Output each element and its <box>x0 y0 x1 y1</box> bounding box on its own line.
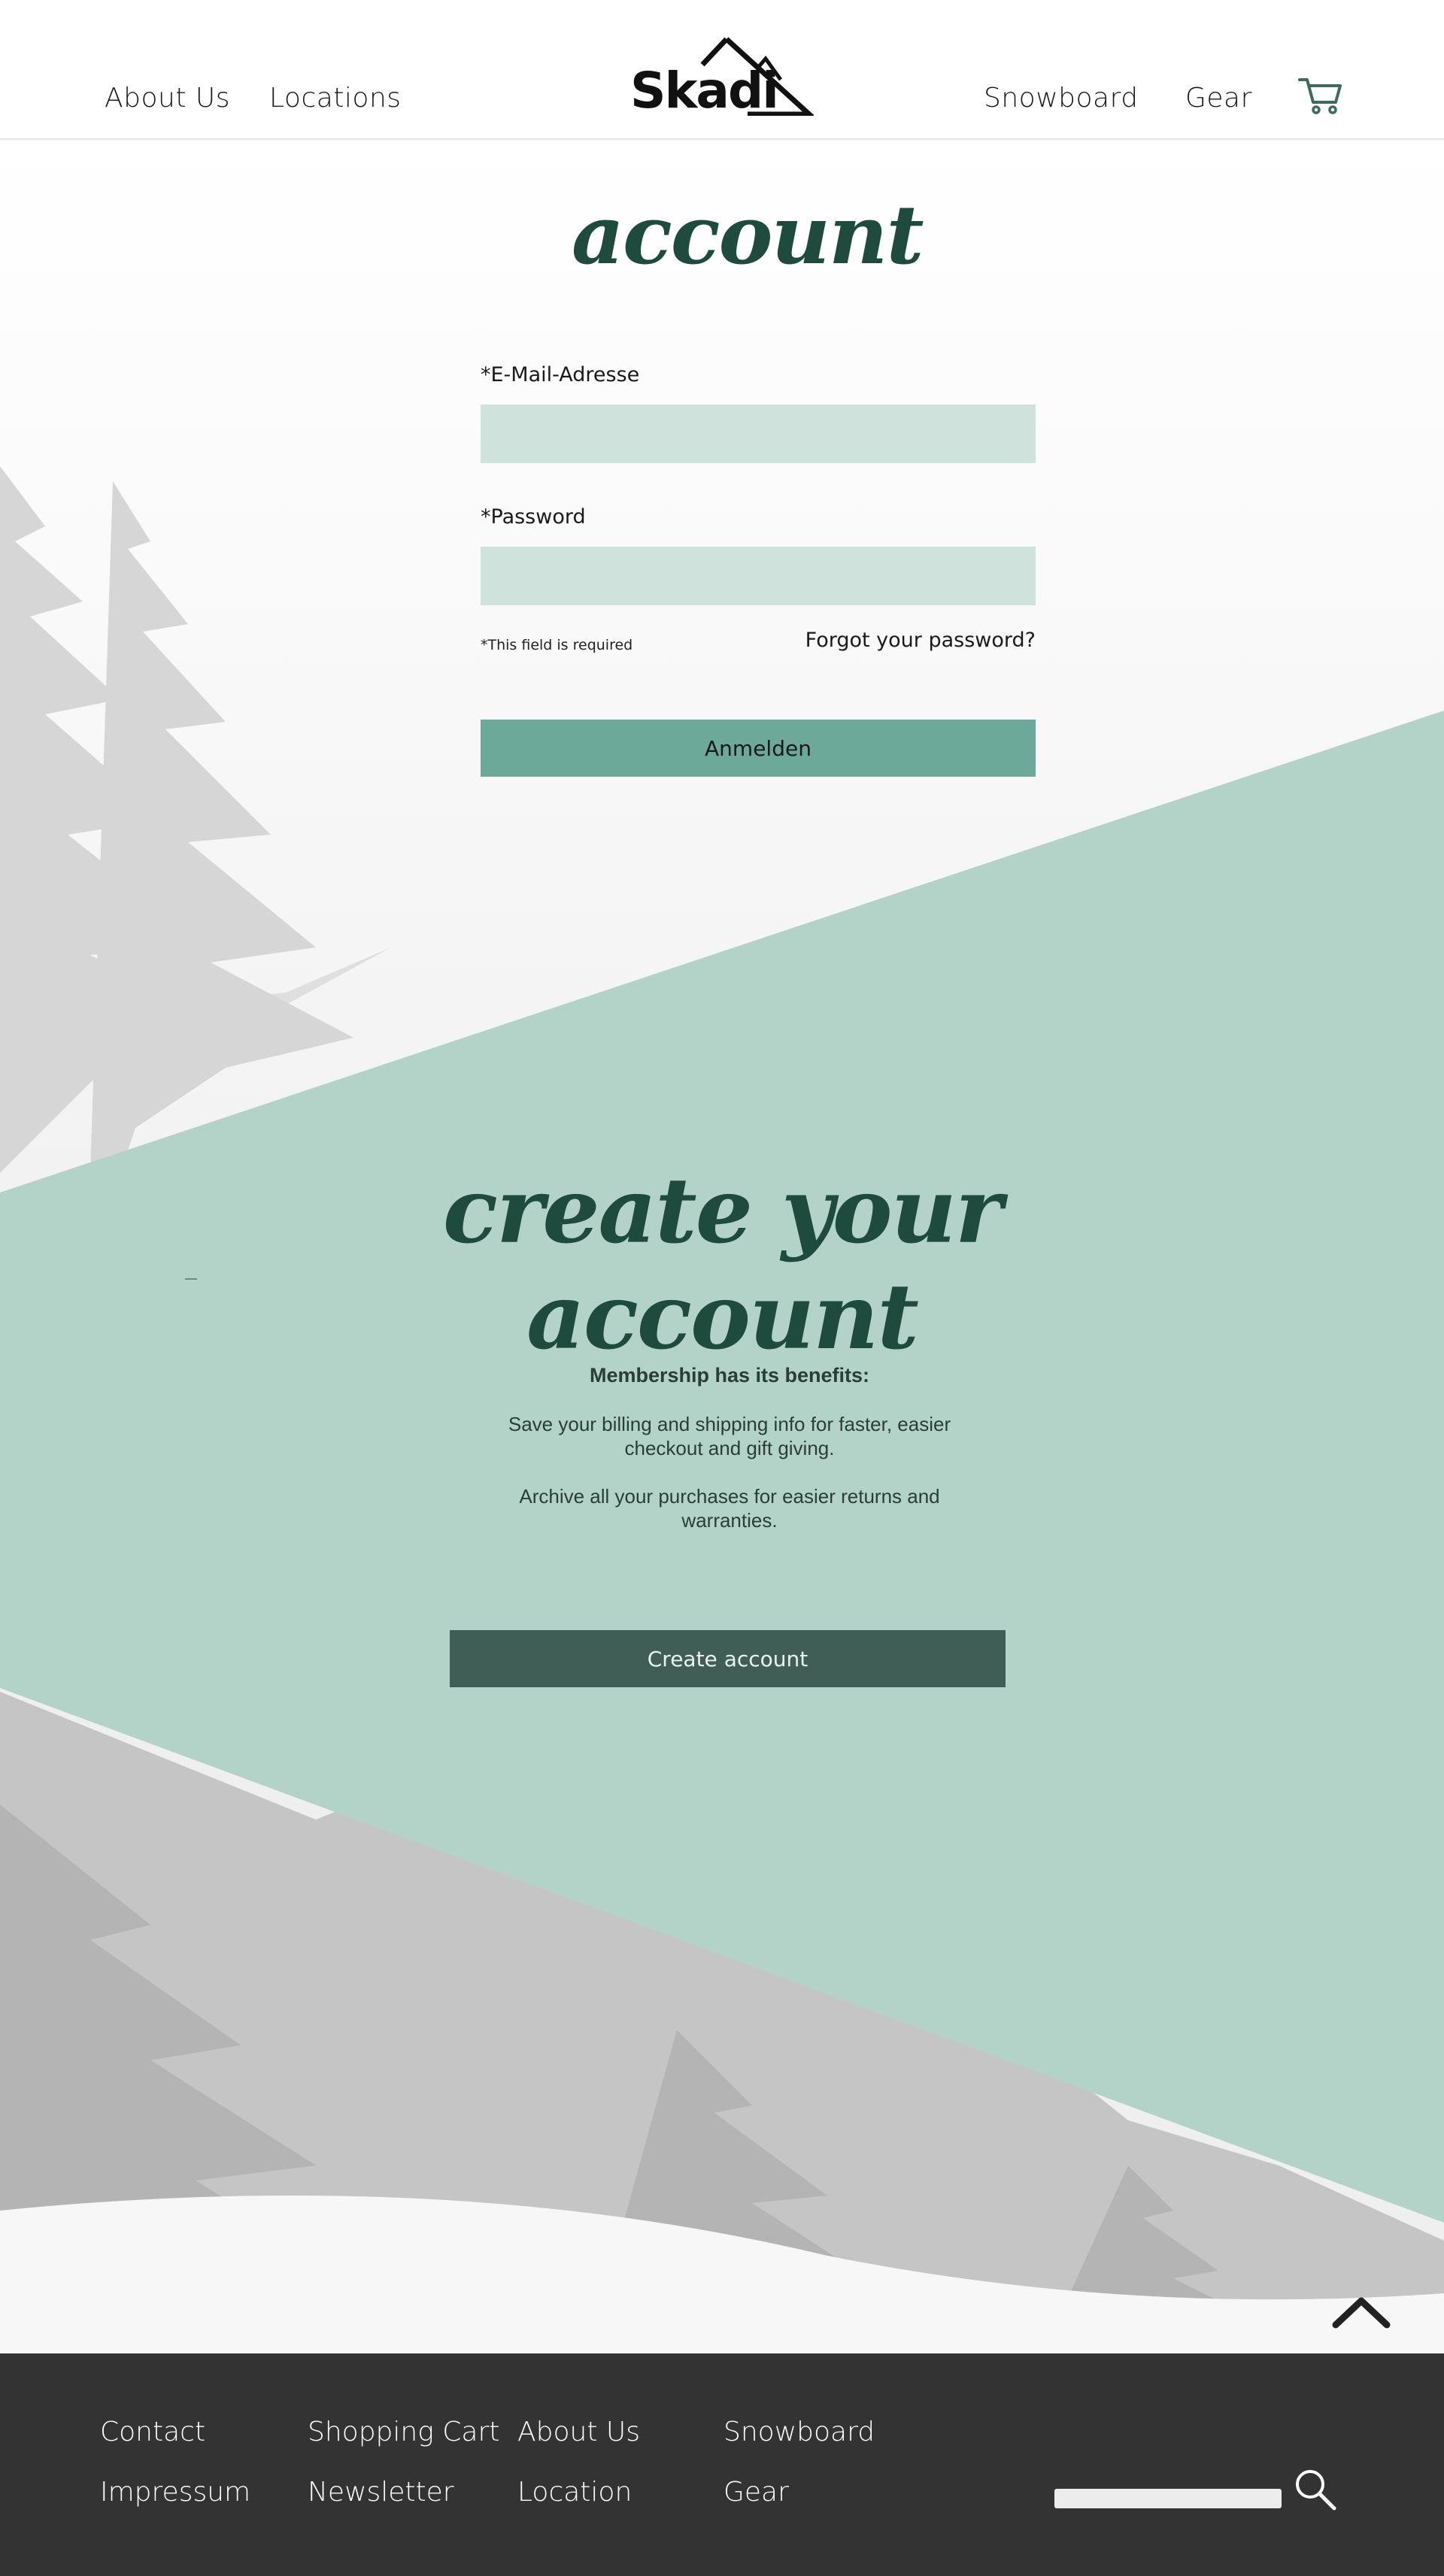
email-field[interactable] <box>481 405 1036 463</box>
site-footer: Contact Impressum Shopping Cart Newslett… <box>0 2353 1444 2576</box>
footer-about-us-link[interactable]: About Us <box>517 2417 640 2447</box>
footer-snowboard-link[interactable]: Snowboard <box>724 2417 875 2447</box>
benefit-item: Archive all your purchases for easier re… <box>519 1485 940 1532</box>
footer-gear-link[interactable]: Gear <box>724 2477 789 2508</box>
benefit-item: Save your billing and shipping info for … <box>508 1413 951 1459</box>
forgot-password-link[interactable]: Forgot your password? <box>805 629 1036 652</box>
nav-gear[interactable]: Gear <box>1185 83 1252 114</box>
search-icon[interactable] <box>1294 2468 1337 2511</box>
register-title: create your account <box>442 1158 1003 1370</box>
footer-newsletter-link[interactable]: Newsletter <box>308 2477 454 2508</box>
footer-impressum-link[interactable]: Impressum <box>100 2477 250 2508</box>
required-note: *This field is required <box>481 637 633 653</box>
password-label: *Password <box>481 505 586 529</box>
footer-shopping-cart-link[interactable]: Shopping Cart <box>308 2417 499 2447</box>
footer-search-input[interactable] <box>1054 2489 1282 2508</box>
nav-about-us[interactable]: About Us <box>105 83 230 114</box>
footer-contact-link[interactable]: Contact <box>100 2417 205 2447</box>
brand-name: Skadi <box>630 62 779 120</box>
shopping-cart-icon[interactable] <box>1298 75 1342 116</box>
login-button[interactable]: Anmelden <box>481 720 1036 777</box>
password-field[interactable] <box>481 547 1036 605</box>
footer-location-link[interactable]: Location <box>517 2477 632 2508</box>
brand-logo[interactable]: Skadi <box>630 36 814 116</box>
nav-locations[interactable]: Locations <box>269 83 402 114</box>
benefits-heading: Membership has its benefits: <box>589 1364 870 1386</box>
site-header: About Us Locations Skadi Snowboard Gear <box>0 0 1444 140</box>
login-title: account <box>572 188 924 283</box>
chevron-up-icon[interactable] <box>1331 2293 1391 2331</box>
email-label: *E-Mail-Adresse <box>481 363 640 386</box>
create-account-button[interactable]: Create account <box>450 1630 1006 1687</box>
nav-snowboard[interactable]: Snowboard <box>984 83 1139 114</box>
